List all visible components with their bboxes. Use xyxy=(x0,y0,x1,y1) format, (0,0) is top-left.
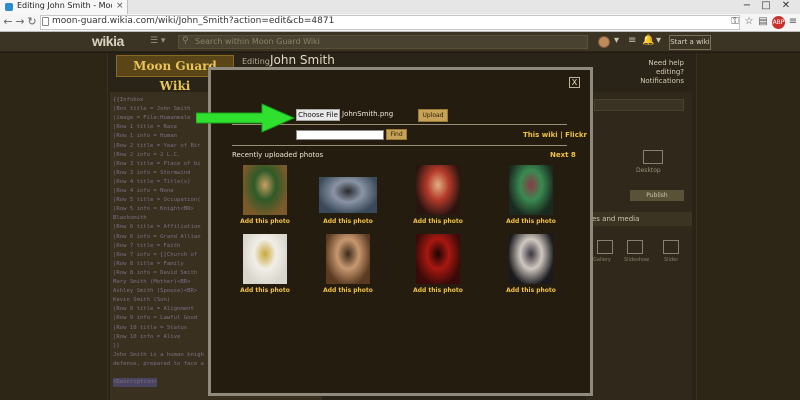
need-help-link[interactable]: Need help editing? xyxy=(620,59,684,77)
bookmark-star-icon[interactable]: ☆ xyxy=(742,16,756,27)
find-divider xyxy=(232,145,567,146)
gallery-icon[interactable] xyxy=(597,240,613,254)
wikia-logo[interactable]: wikia xyxy=(92,33,124,49)
reload-icon[interactable]: ↻ xyxy=(26,15,38,28)
key-icon[interactable]: ⚿ xyxy=(728,16,742,27)
next-8-link[interactable]: Next 8 xyxy=(550,151,576,159)
photo-thumbnail-woman-portrait[interactable] xyxy=(326,234,370,284)
publish-button[interactable]: Publish xyxy=(630,190,684,201)
search-icon: ⚲ xyxy=(182,36,189,46)
forward-arrow-icon[interactable]: → xyxy=(14,15,26,28)
add-this-photo-link[interactable]: Add this photo xyxy=(403,218,473,225)
photo-thumbnail-banner-sun[interactable] xyxy=(243,234,287,284)
url-text: moon-guard.wikia.com/wiki/John_Smith?act… xyxy=(52,16,335,26)
selected-file-name: JohnSmith.png xyxy=(342,110,394,118)
add-this-photo-link[interactable]: Add this photo xyxy=(496,287,566,294)
add-this-photo-link[interactable]: Add this photo xyxy=(313,287,383,294)
page-title: John Smith xyxy=(270,53,335,67)
summary-input[interactable] xyxy=(594,99,684,111)
adblock-icon[interactable]: ABP xyxy=(772,16,785,29)
back-arrow-icon[interactable]: ← xyxy=(2,15,14,28)
chrome-menu-icon[interactable]: ≡ xyxy=(786,16,800,27)
desktop-label: Desktop xyxy=(636,167,661,174)
add-this-photo-link[interactable]: Add this photo xyxy=(230,218,300,225)
choose-file-button[interactable]: Choose File xyxy=(296,109,340,121)
hubs-menu-icon[interactable]: ☰ ▾ xyxy=(150,36,165,46)
notifications-chevron-icon[interactable]: ▾ xyxy=(656,35,661,46)
start-a-wiki-button[interactable]: Start a wiki xyxy=(669,35,711,50)
slideshow-icon[interactable] xyxy=(627,240,643,254)
gallery-label: Gallery xyxy=(593,257,611,263)
photo-thumbnail-redhead-woman[interactable] xyxy=(416,165,460,215)
editor-line: <Description> xyxy=(113,378,157,388)
upload-button[interactable]: Upload xyxy=(418,109,448,122)
photo-thumbnail-landscape-shore[interactable] xyxy=(319,177,377,213)
find-input[interactable] xyxy=(296,130,384,140)
slideshow-label: Slideshow xyxy=(624,257,650,263)
photo-thumbnail-knight-portrait[interactable] xyxy=(243,165,287,215)
add-this-photo-link[interactable]: Add this photo xyxy=(496,218,566,225)
help-links[interactable]: Need help editing? Notifications xyxy=(620,59,684,86)
extension-icon[interactable]: ▤ xyxy=(756,16,770,27)
photo-thumbnail-green-creature[interactable] xyxy=(509,165,553,215)
notifications-link[interactable]: Notifications xyxy=(620,77,684,86)
page-info-icon[interactable] xyxy=(42,17,49,26)
user-avatar[interactable] xyxy=(598,36,610,48)
editing-label: Editing xyxy=(242,57,270,66)
add-this-photo-link[interactable]: Add this photo xyxy=(403,287,473,294)
user-menu-chevron-icon[interactable]: ▾ xyxy=(614,35,619,46)
window-minimize-button[interactable]: − xyxy=(738,0,756,11)
menu-icon[interactable]: ≡ xyxy=(628,35,636,46)
browser-tab[interactable]: Editing John Smith - Moon × xyxy=(0,0,128,14)
source-links[interactable]: This wiki | Flickr xyxy=(523,131,587,139)
slider-label: Slider xyxy=(664,257,679,263)
window-maximize-button[interactable]: □ xyxy=(757,0,775,11)
wikia-search-input[interactable]: Search within Moon Guard Wiki xyxy=(178,35,588,49)
tab-close-icon[interactable]: × xyxy=(116,1,124,11)
add-this-photo-link[interactable]: Add this photo xyxy=(230,287,300,294)
tab-title: Editing John Smith - Moon xyxy=(17,1,112,10)
tab-favicon-icon xyxy=(5,3,13,11)
modal-close-button[interactable]: X xyxy=(569,77,580,88)
desktop-preview-icon[interactable] xyxy=(643,150,663,164)
media-section-title: es and media xyxy=(592,215,640,223)
green-arrow-icon xyxy=(196,103,296,133)
add-this-photo-link[interactable]: Add this photo xyxy=(313,218,383,225)
photo-thumbnail-dark-figure[interactable] xyxy=(509,234,553,284)
photo-thumbnail-red-demon[interactable] xyxy=(416,234,460,284)
slider-icon[interactable] xyxy=(663,240,679,254)
window-close-button[interactable]: ✕ xyxy=(777,0,795,11)
notifications-bell-icon[interactable]: 🔔 xyxy=(642,35,654,46)
find-button[interactable]: Find xyxy=(386,129,407,140)
recent-photos-title: Recently uploaded photos xyxy=(232,151,324,159)
